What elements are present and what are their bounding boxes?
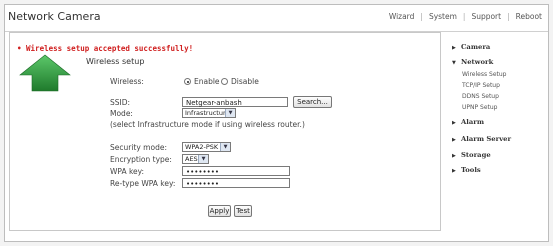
wireless-label: Wireless: [110, 77, 144, 86]
enable-label: Enable [194, 77, 220, 86]
sidebar-item-label: Network [461, 58, 494, 66]
sidebar-item-label: Alarm [461, 118, 485, 126]
radio-enable[interactable] [184, 78, 191, 85]
up-arrow-icon [19, 54, 71, 92]
radio-disable[interactable] [221, 78, 228, 85]
security-mode-select[interactable]: WPA2-PSK ▼ [182, 142, 231, 152]
wpa-key-label: WPA key: [110, 167, 145, 176]
chevron-down-icon: ▼ [198, 155, 208, 163]
sidebar-sub-upnp-setup[interactable]: UPNP Setup [462, 104, 498, 111]
sidebar-item-camera[interactable]: ▶ Camera [452, 43, 490, 51]
mode-select[interactable]: Infrastructure ▼ [182, 108, 236, 118]
chevron-down-icon: ▼ [225, 109, 235, 117]
nav-separator: | [462, 12, 466, 21]
wireless-disable-option[interactable]: Disable [221, 77, 259, 86]
app-title: Network Camera [8, 10, 101, 23]
sidebar-item-label: Camera [461, 43, 491, 51]
encryption-type-label: Encryption type: [110, 155, 172, 164]
sidebar-item-label: Tools [461, 166, 481, 174]
sidebar-item-alarm[interactable]: ▶ Alarm [452, 118, 484, 126]
success-message: • Wireless setup accepted successfully! [17, 44, 194, 53]
ssid-label: SSID: [110, 98, 131, 107]
security-mode-label: Security mode: [110, 143, 167, 152]
nav-separator: | [420, 12, 423, 21]
sidebar-item-label: Storage [461, 151, 491, 159]
section-title: Wireless setup [86, 57, 145, 66]
chevron-down-icon: ▼ [220, 143, 230, 151]
encryption-type-select[interactable]: AES ▼ [182, 154, 209, 164]
apply-button[interactable]: Apply [208, 205, 231, 217]
retype-wpa-key-label: Re-type WPA key: [110, 179, 176, 188]
security-mode-value: WPA2-PSK [185, 143, 219, 151]
test-button[interactable]: Test [234, 205, 252, 217]
retype-wpa-key-input[interactable]: •••••••• [182, 178, 290, 188]
nav-support[interactable]: Support [471, 12, 501, 21]
mode-label: Mode: [110, 109, 133, 118]
disable-label: Disable [231, 77, 259, 86]
mode-note: (select Infrastructure mode if using wir… [110, 120, 305, 129]
triangle-right-icon: ▶ [452, 137, 456, 143]
top-nav: Wizard | System | Support | Reboot [389, 12, 542, 21]
triangle-right-icon: ▶ [452, 168, 456, 174]
top-bar: Network Camera Wizard | System | Support | Reb… [5, 5, 548, 32]
nav-reboot[interactable]: Reboot [516, 12, 542, 21]
wpa-key-input[interactable]: •••••••• [182, 166, 290, 176]
mode-value: Infrastructure [185, 109, 230, 117]
wireless-enable-option[interactable]: Enable [184, 77, 220, 86]
search-button[interactable]: Search... [293, 96, 332, 108]
sidebar-item-alarm-server[interactable]: ▶ Alarm Server [452, 135, 511, 143]
sidebar-item-label: Alarm Server [461, 135, 512, 143]
sidebar-sub-tcpip-setup[interactable]: TCP/IP Setup [462, 82, 500, 89]
triangle-down-icon: ▼ [452, 60, 456, 66]
ssid-input[interactable]: Netgear-anbash [182, 97, 288, 107]
sidebar-item-network[interactable]: ▼ Network [452, 58, 493, 66]
triangle-right-icon: ▶ [452, 120, 456, 126]
sidebar-sub-ddns-setup[interactable]: DDNS Setup [462, 93, 499, 100]
triangle-right-icon: ▶ [452, 153, 456, 159]
nav-system[interactable]: System [429, 12, 457, 21]
triangle-right-icon: ▶ [452, 45, 456, 51]
encryption-type-value: AES [185, 155, 198, 163]
main-panel: • Wireless setup accepted successfully! … [9, 32, 441, 231]
sidebar-sub-wireless-setup[interactable]: Wireless Setup [462, 71, 506, 78]
sidebar-item-storage[interactable]: ▶ Storage [452, 151, 491, 159]
nav-wizard[interactable]: Wizard [389, 12, 415, 21]
nav-separator: | [507, 12, 510, 21]
sidebar-item-tools[interactable]: ▶ Tools [452, 166, 481, 174]
